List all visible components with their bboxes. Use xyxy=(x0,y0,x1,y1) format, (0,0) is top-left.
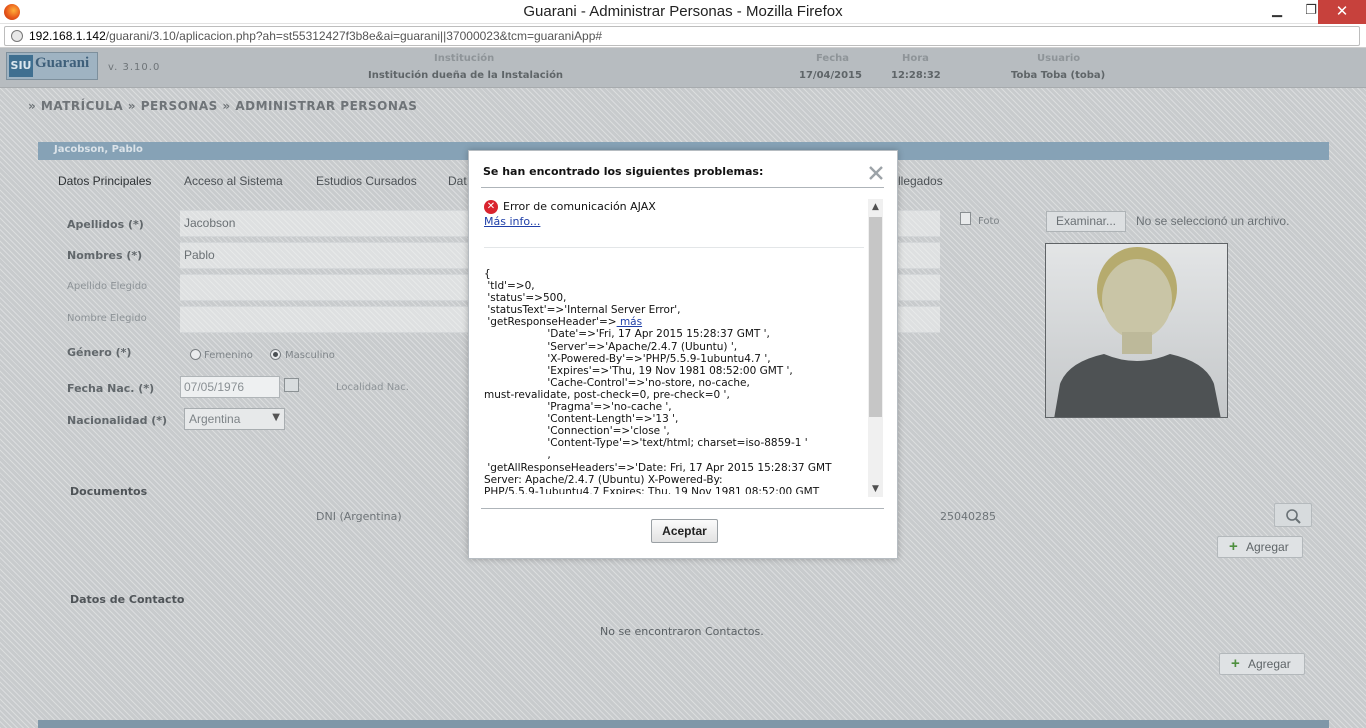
url-host: 192.168.1.142 xyxy=(29,29,106,43)
hora-value: 12:28:32 xyxy=(891,70,941,81)
contacto-title: Datos de Contacto xyxy=(70,593,185,606)
close-window-button[interactable]: ✕ xyxy=(1318,0,1366,24)
window-title: Guarani - Administrar Personas - Mozilla… xyxy=(523,3,843,20)
fecha-nac-input[interactable]: 07/05/1976 xyxy=(180,376,280,398)
breadcrumb[interactable]: » MATRÍCULA » PERSONAS » ADMINISTRAR PER… xyxy=(28,99,417,113)
genero-femenino-label: Femenino xyxy=(204,350,253,361)
plus-icon: + xyxy=(1231,655,1240,672)
nombres-label: Nombres (*) xyxy=(67,249,143,262)
dialog-close-button[interactable] xyxy=(866,163,886,183)
globe-icon xyxy=(11,30,23,42)
nombre-elegido-label: Nombre Elegido xyxy=(67,313,147,324)
window-titlebar: Guarani - Administrar Personas - Mozilla… xyxy=(0,0,1366,24)
apellido-elegido-label: Apellido Elegido xyxy=(67,281,148,292)
fecha-nac-value: 07/05/1976 xyxy=(184,380,245,394)
apellidos-label: Apellidos (*) xyxy=(67,218,144,231)
nombres-value: Pablo xyxy=(184,248,215,262)
calendar-icon[interactable] xyxy=(284,378,299,392)
logo-siu: SIU xyxy=(9,55,33,77)
browse-button[interactable]: Examinar... xyxy=(1046,211,1126,232)
footer-bar xyxy=(38,720,1329,728)
detail-scrollbar[interactable]: ▲ ▼ xyxy=(868,199,883,497)
panel-title: Jacobson, Pablo xyxy=(54,144,143,155)
institucion-label: Institución xyxy=(434,53,495,64)
nacionalidad-label: Nacionalidad (*) xyxy=(67,414,168,427)
close-icon xyxy=(869,166,883,180)
fecha-value: 17/04/2015 xyxy=(799,70,862,81)
genero-label: Género (*) xyxy=(67,346,132,359)
documento-numero: 25040285 xyxy=(940,510,996,523)
url-input[interactable]: 192.168.1.142/guarani/3.10/aplicacion.ph… xyxy=(4,26,1360,46)
app-version: v. 3.10.0 xyxy=(108,62,161,73)
chevron-down-icon: ▼ xyxy=(272,412,280,423)
genero-masculino-label: Masculino xyxy=(285,350,335,361)
tab-datos-principales[interactable]: Datos Principales xyxy=(58,174,151,188)
app-header: SIU Guarani v. 3.10.0 Institución Instit… xyxy=(0,48,1366,88)
search-document-button[interactable] xyxy=(1274,503,1312,527)
navigation-bar: 192.168.1.142/guarani/3.10/aplicacion.ph… xyxy=(0,24,1366,48)
avatar-silhouette-icon xyxy=(1046,244,1227,417)
url-text: 192.168.1.142/guarani/3.10/aplicacion.ph… xyxy=(29,29,602,43)
person-photo xyxy=(1045,243,1228,418)
usuario-value: Toba Toba (toba) xyxy=(1011,70,1106,81)
error-dialog: Se han encontrado los siguientes problem… xyxy=(468,150,898,559)
add-contacto-button[interactable]: + Agregar xyxy=(1219,653,1305,675)
apellidos-value: Jacobson xyxy=(184,216,236,230)
minimize-button[interactable]: ▁ xyxy=(1260,0,1294,24)
scroll-down-arrow[interactable]: ▼ xyxy=(868,481,883,497)
nacionalidad-select[interactable]: Argentina ▼ xyxy=(184,408,285,430)
url-path: /guarani/3.10/aplicacion.php?ah=st553124… xyxy=(105,29,603,43)
tab-acceso-sistema[interactable]: Acceso al Sistema xyxy=(184,174,283,188)
usuario-label: Usuario xyxy=(1037,53,1081,64)
edit-icon xyxy=(960,212,971,225)
fecha-nac-label: Fecha Nac. (*) xyxy=(67,382,155,395)
documentos-title: Documentos xyxy=(70,485,148,498)
error-icon: ✕ xyxy=(484,200,498,214)
fecha-label: Fecha xyxy=(816,53,850,64)
more-info-link[interactable]: Más info... xyxy=(484,215,540,228)
logo-name: Guarani xyxy=(35,55,90,71)
tab-estudios-cursados[interactable]: Estudios Cursados xyxy=(316,174,417,188)
dialog-separator-top xyxy=(481,187,884,188)
detail-text-head: { 'tId'=>0, 'status'=>500, 'statusText'=… xyxy=(484,268,681,329)
plus-icon: + xyxy=(1229,538,1238,555)
genero-femenino-radio[interactable] xyxy=(190,349,201,360)
dialog-separator-bottom xyxy=(481,508,884,509)
tab-allegados-partial[interactable]: llegados xyxy=(898,174,943,188)
nacionalidad-value: Argentina xyxy=(189,412,241,426)
add-contacto-label: Agregar xyxy=(1248,657,1291,671)
detail-text-tail: 'Date'=>'Fri, 17 Apr 2015 15:28:37 GMT '… xyxy=(484,328,832,494)
genero-masculino-radio[interactable] xyxy=(270,349,281,360)
scroll-up-arrow[interactable]: ▲ xyxy=(868,199,883,215)
error-detail-text: { 'tId'=>0, 'status'=>500, 'statusText'=… xyxy=(484,268,868,494)
foto-label: Foto xyxy=(978,216,1000,227)
localidad-label: Localidad Nac. xyxy=(336,382,409,393)
add-documento-button[interactable]: + Agregar xyxy=(1217,536,1303,558)
siu-guarani-logo: SIU Guarani xyxy=(6,52,98,80)
dialog-title: Se han encontrado los siguientes problem… xyxy=(483,165,764,178)
hora-label: Hora xyxy=(902,53,929,64)
scroll-thumb[interactable] xyxy=(869,217,882,417)
institucion-value: Institución dueña de la Instalación xyxy=(368,70,564,81)
tab-datos-partial[interactable]: Dat xyxy=(448,174,467,188)
error-message: Error de comunicación AJAX xyxy=(503,200,656,213)
search-icon xyxy=(1286,509,1301,524)
documento-tipo: DNI (Argentina) xyxy=(316,510,402,523)
add-documento-label: Agregar xyxy=(1246,540,1289,554)
no-file-label: No se seleccionó un archivo. xyxy=(1136,214,1290,228)
accept-button[interactable]: Aceptar xyxy=(651,519,718,543)
detail-separator xyxy=(484,247,864,248)
detail-more-link[interactable]: más xyxy=(617,316,642,328)
no-contacts-message: No se encontraron Contactos. xyxy=(600,625,764,638)
